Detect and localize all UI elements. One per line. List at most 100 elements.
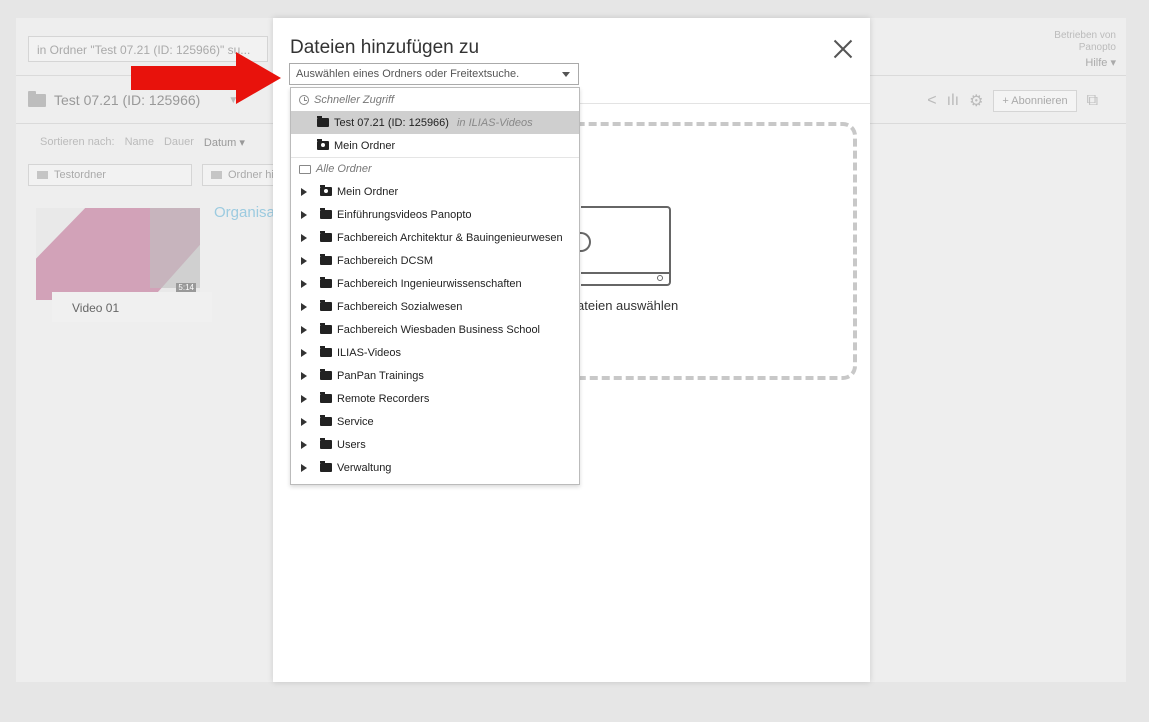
folder-dropdown: Schneller Zugriff Test 07.21 (ID: 125966…	[290, 87, 580, 485]
folder-item-service[interactable]: Service	[291, 410, 579, 433]
thumbnail-shade	[150, 208, 200, 288]
expand-arrow-icon[interactable]	[301, 187, 307, 196]
subfolder-label: Testordner	[54, 169, 106, 181]
video-card[interactable]: 5:14 Video 01	[36, 208, 212, 328]
folder-item-einfuehrungsvideos[interactable]: Einführungsvideos Panopto	[291, 203, 579, 226]
folder-icon	[320, 438, 332, 449]
folder-icon	[320, 323, 332, 334]
close-icon[interactable]	[832, 38, 854, 60]
sort-name[interactable]: Name	[125, 136, 154, 149]
sort-row: Sortieren nach: Name Dauer Datum ▾	[40, 136, 245, 149]
expand-arrow-icon[interactable]	[301, 394, 307, 403]
expand-arrow-icon[interactable]	[301, 371, 307, 380]
subfolder-label: Ordner hi	[228, 169, 274, 181]
expand-arrow-icon[interactable]	[301, 210, 307, 219]
folder-icon	[320, 392, 332, 403]
folder-icon	[37, 171, 48, 179]
folder-select-placeholder: Auswählen eines Ordners oder Freitextsuc…	[296, 68, 520, 80]
expand-arrow-icon[interactable]	[301, 325, 307, 334]
quick-item-my-folder[interactable]: Mein Ordner	[291, 134, 579, 157]
gear-icon[interactable]: ⚙	[969, 91, 983, 111]
subfolder-item[interactable]: Testordner	[28, 164, 192, 186]
powered-by-text: Betrieben von Panopto	[1054, 30, 1116, 53]
folder-item-ilias-videos[interactable]: ILIAS-Videos	[291, 341, 579, 364]
video-thumbnail[interactable]: 5:14	[36, 208, 200, 300]
session-link[interactable]: Organisa	[214, 204, 275, 221]
folder-label: Mein Ordner	[337, 185, 399, 198]
help-label[interactable]: Hilfe	[1085, 57, 1107, 69]
quick-item-label: Mein Ordner	[334, 139, 396, 152]
sort-duration[interactable]: Dauer	[164, 136, 194, 149]
folder-icon	[211, 171, 222, 179]
folder-label: Einführungsvideos Panopto	[337, 208, 472, 221]
folder-item-mein-ordner[interactable]: Mein Ordner	[291, 180, 579, 203]
user-folder-icon	[320, 185, 332, 196]
dialog-title: Dateien hinzufügen zu	[290, 37, 480, 58]
folder-outline-icon	[299, 164, 311, 174]
video-title[interactable]: Video 01	[52, 292, 212, 322]
folder-icon	[320, 208, 332, 219]
subscribe-button[interactable]: + Abonnieren	[993, 90, 1077, 112]
folder-label: Fachbereich Ingenieurwissenschaften	[337, 277, 522, 290]
folder-label: PanPan Trainings	[337, 369, 424, 382]
folder-icon	[320, 415, 332, 426]
chevron-down-icon[interactable]	[562, 72, 570, 77]
sort-label: Sortieren nach:	[40, 136, 115, 148]
upload-device-icon	[581, 206, 671, 286]
divider	[579, 103, 870, 104]
red-arrow-shape	[131, 52, 281, 104]
folder-item-dcsm[interactable]: Fachbereich DCSM	[291, 249, 579, 272]
folder-icon	[317, 116, 329, 127]
stats-icon[interactable]: ılı	[947, 92, 959, 110]
folder-item-users[interactable]: Users	[291, 433, 579, 456]
folder-label: Fachbereich Architektur & Bauingenieurwe…	[337, 231, 563, 244]
quick-item-test-folder[interactable]: Test 07.21 (ID: 125966) in ILIAS-Videos	[291, 111, 579, 134]
expand-arrow-icon[interactable]	[301, 417, 307, 426]
folder-icon	[320, 277, 332, 288]
folder-icon	[320, 300, 332, 311]
quick-item-hint: in ILIAS-Videos	[456, 116, 533, 129]
expand-arrow-icon[interactable]	[301, 440, 307, 449]
folder-toolbar: < ılı ⚙ + Abonnieren ⧉	[927, 90, 1098, 112]
folder-label: Users	[337, 438, 366, 451]
folder-item-ingenieurwissenschaften[interactable]: Fachbereich Ingenieurwissenschaften	[291, 272, 579, 295]
folder-label: Service	[337, 415, 374, 428]
expand-arrow-icon[interactable]	[301, 302, 307, 311]
quick-access-label: Schneller Zugriff	[314, 93, 395, 106]
folder-label: Fachbereich DCSM	[337, 254, 433, 267]
sort-date-label: Datum	[203, 137, 237, 149]
quick-access-header: Schneller Zugriff	[291, 88, 579, 111]
share-icon[interactable]: <	[927, 92, 936, 110]
expand-arrow-icon[interactable]	[301, 279, 307, 288]
folder-select-input[interactable]: Auswählen eines Ordners oder Freitextsuc…	[289, 63, 579, 85]
expand-arrow-icon[interactable]	[301, 348, 307, 357]
external-link-icon[interactable]: ⧉	[1087, 92, 1098, 110]
folder-item-sozialwesen[interactable]: Fachbereich Sozialwesen	[291, 295, 579, 318]
user-folder-icon	[317, 139, 329, 150]
folder-item-architektur[interactable]: Fachbereich Architektur & Bauingenieurwe…	[291, 226, 579, 249]
folder-label: ILIAS-Videos	[337, 346, 402, 359]
quick-item-label: Test 07.21 (ID: 125966)	[334, 116, 449, 129]
expand-arrow-icon[interactable]	[301, 463, 307, 472]
folder-label: Verwaltung	[337, 461, 392, 474]
expand-arrow-icon[interactable]	[301, 233, 307, 242]
folder-item-remote-recorders[interactable]: Remote Recorders	[291, 387, 579, 410]
folder-label: Fachbereich Wiesbaden Business School	[337, 323, 541, 336]
folder-icon	[28, 90, 46, 107]
folder-item-panpan[interactable]: PanPan Trainings	[291, 364, 579, 387]
choose-files-link[interactable]: ateien auswählen	[577, 298, 678, 313]
folder-icon	[320, 461, 332, 472]
folder-icon	[320, 369, 332, 380]
folder-item-business-school[interactable]: Fachbereich Wiesbaden Business School	[291, 318, 579, 341]
folder-icon	[320, 231, 332, 242]
folder-item-verwaltung[interactable]: Verwaltung	[291, 456, 579, 479]
expand-arrow-icon[interactable]	[301, 256, 307, 265]
all-folders-header: Alle Ordner	[291, 157, 579, 180]
device-line	[581, 272, 669, 274]
folder-icon	[320, 254, 332, 265]
clock-icon	[299, 94, 309, 105]
help-menu[interactable]: Hilfe ▾	[1085, 56, 1116, 69]
sort-date[interactable]: Datum ▾	[204, 136, 245, 149]
device-dot	[657, 275, 663, 281]
all-folders-label: Alle Ordner	[316, 163, 372, 175]
